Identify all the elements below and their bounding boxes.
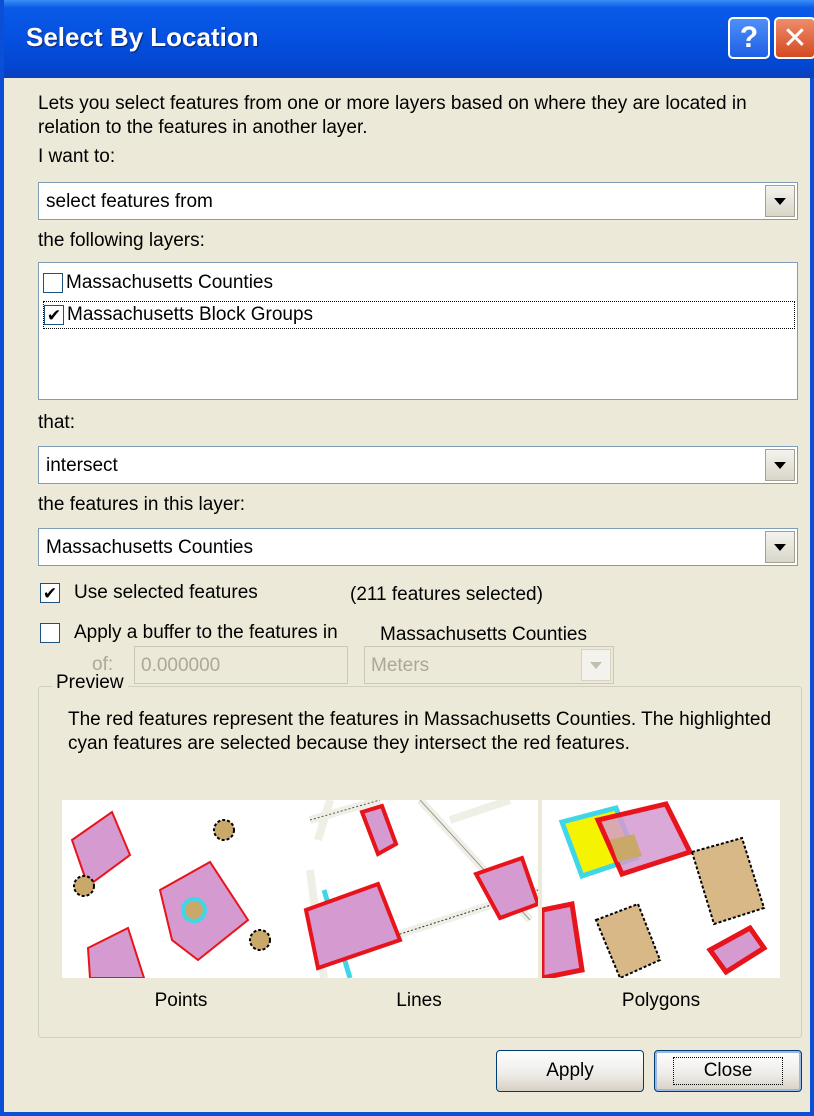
window-title: Select By Location [26,22,259,52]
chevron-down-icon[interactable] [765,449,795,481]
close-window-button[interactable]: ✕ [774,17,814,59]
lines-preview-image [300,800,538,978]
source-layer-value: Massachusetts Counties [46,537,253,558]
polygons-preview-image [542,800,780,978]
buffer-layer-name: Massachusetts Counties [380,624,587,645]
title-bar[interactable]: Select By Location ? ✕ [4,0,814,78]
layer-label-counties: Massachusetts Counties [66,272,273,293]
selection-method-value: select features from [46,191,213,212]
layer-checkbox-block-groups[interactable]: ✔ [44,305,64,325]
close-button-label: Close [672,1057,784,1085]
layer-label-block-groups: Massachusetts Block Groups [67,304,314,325]
buffer-units-dropdown[interactable]: Meters [364,646,614,684]
use-selected-label: Use selected features [74,582,258,603]
apply-buffer-label: Apply a buffer to the features in [74,622,338,643]
source-layer-label: the features in this layer: [38,494,245,515]
help-button[interactable]: ? [728,17,770,59]
dialog-description: Lets you select features from one or mor… [38,93,747,138]
list-item[interactable]: ✔ Massachusetts Block Groups [43,301,795,329]
points-caption: Points [154,990,208,1011]
preview-description: The red features represent the features … [68,709,772,754]
apply-button-label: Apply [546,1060,594,1081]
points-preview-image [62,800,300,978]
apply-buffer-checkbox[interactable] [40,623,60,643]
source-layer-dropdown[interactable]: Massachusetts Counties [38,528,798,566]
help-icon: ? [739,21,759,54]
buffer-distance-value: 0.000000 [141,655,221,676]
lines-caption: Lines [396,990,442,1011]
points-preview-graphic [70,810,271,978]
chevron-down-icon[interactable] [765,185,795,217]
chevron-down-icon [581,649,611,681]
list-item[interactable]: Massachusetts Counties [43,269,273,297]
apply-button[interactable]: Apply [496,1050,644,1092]
selection-method-dropdown[interactable]: select features from [38,182,798,220]
buffer-units-value: Meters [371,655,430,676]
spatial-relationship-label: that: [38,412,75,433]
spatial-relationship-value: intersect [46,455,118,476]
target-layers-label: the following layers: [38,230,205,251]
layer-checkbox-counties[interactable] [43,273,63,293]
apply-buffer-option[interactable]: Apply a buffer to the features in [40,622,338,644]
buffer-distance-input[interactable]: 0.000000 [134,646,348,684]
close-icon: ✕ [782,21,808,55]
polygons-caption: Polygons [621,990,701,1011]
chevron-down-icon[interactable] [765,531,795,563]
selected-count-text: (211 features selected) [350,584,543,605]
close-button[interactable]: Close [654,1050,802,1092]
polygons-preview-graphic [542,801,768,978]
spatial-relationship-dropdown[interactable]: intersect [38,446,798,484]
select-by-location-dialog: Select By Location ? ✕ Lets you select f… [0,0,814,1116]
preview-legend: Preview [52,672,128,694]
lines-preview-graphic [303,800,538,978]
use-selected-option[interactable]: ✔ Use selected features [40,582,258,604]
use-selected-checkbox[interactable]: ✔ [40,583,60,603]
target-layers-list[interactable]: Massachusetts Counties ✔ Massachusetts B… [38,262,798,400]
i-want-to-label: I want to: [38,146,116,167]
